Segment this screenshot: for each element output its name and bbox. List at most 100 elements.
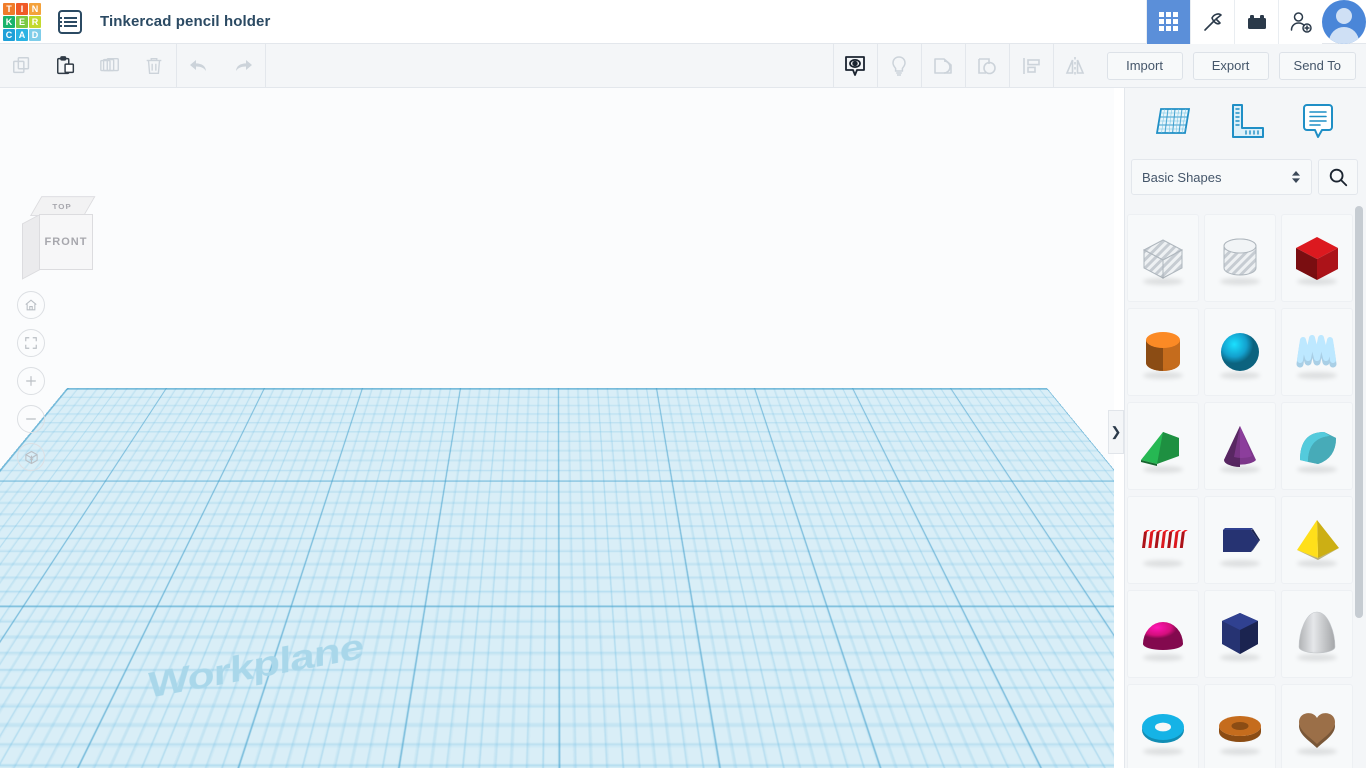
shape-category-value: Basic Shapes xyxy=(1142,170,1222,185)
shape-pyramid[interactable] xyxy=(1281,496,1353,584)
shape-shadow xyxy=(1297,372,1337,379)
hole-lightbulb-icon[interactable] xyxy=(877,44,921,88)
shape-shadow xyxy=(1220,278,1260,285)
delete-trash-icon[interactable] xyxy=(132,44,176,88)
shape-shadow xyxy=(1220,654,1260,661)
view-nav-controls xyxy=(17,291,45,471)
shape-tube[interactable] xyxy=(1204,496,1276,584)
main-toolbar: Import Export Send To xyxy=(0,44,1366,88)
shape-roof[interactable] xyxy=(1127,402,1199,490)
shape-shadow xyxy=(1143,278,1183,285)
panel-collapse-toggle[interactable]: ❯ xyxy=(1108,410,1124,454)
logo-tile-d: D xyxy=(29,29,41,41)
orthographic-toggle-icon[interactable] xyxy=(17,443,45,471)
align-icon[interactable] xyxy=(1009,44,1053,88)
logo-tile-n: N xyxy=(29,3,41,15)
shape-shadow xyxy=(1297,560,1337,567)
shape-paraboloid[interactable] xyxy=(1281,590,1353,678)
edit-tools xyxy=(0,44,176,88)
shape-shadow xyxy=(1143,748,1183,755)
shape-shadow xyxy=(1220,748,1260,755)
shapes-panel: Basic Shapes xyxy=(1124,88,1366,768)
view-cube[interactable]: TOP FRONT xyxy=(22,194,92,274)
chevron-updown-icon xyxy=(1291,169,1301,185)
shape-text[interactable] xyxy=(1127,496,1199,584)
logo-tile-e: E xyxy=(16,16,28,28)
shape-shadow xyxy=(1220,560,1260,567)
header-actions xyxy=(1146,0,1366,44)
3d-canvas[interactable]: Workplane TOP FRONT xyxy=(0,88,1114,768)
list-menu-icon[interactable] xyxy=(58,10,82,34)
import-button[interactable]: Import xyxy=(1107,52,1183,80)
shape-cylinder-hole[interactable] xyxy=(1204,214,1276,302)
view-cube-front-label: FRONT xyxy=(45,236,88,248)
shape-round-roof[interactable] xyxy=(1281,402,1353,490)
object-tools: Import Export Send To xyxy=(833,44,1366,88)
duplicate-icon[interactable] xyxy=(88,44,132,88)
send-to-button[interactable]: Send To xyxy=(1279,52,1356,80)
invite-person-icon[interactable] xyxy=(1278,0,1322,44)
shape-shadow xyxy=(1143,372,1183,379)
tinkercad-logo[interactable]: TINKERCAD xyxy=(2,2,42,42)
shape-cylinder[interactable] xyxy=(1127,308,1199,396)
export-button[interactable]: Export xyxy=(1193,52,1269,80)
ruler-tool-icon[interactable] xyxy=(1222,98,1268,144)
logo-tile-c: C xyxy=(3,29,15,41)
workplane-area[interactable] xyxy=(0,88,1114,768)
shape-shadow xyxy=(1297,654,1337,661)
toolbar-spacer xyxy=(265,44,833,88)
shape-torus[interactable] xyxy=(1127,684,1199,768)
undo-icon[interactable] xyxy=(177,44,221,88)
logo-tile-a: A xyxy=(16,29,28,41)
shape-library-grid[interactable] xyxy=(1125,208,1366,768)
shape-tube-ring[interactable] xyxy=(1204,684,1276,768)
shape-shadow xyxy=(1143,654,1183,661)
panel-tool-tabs xyxy=(1125,88,1366,154)
notes-tool-icon[interactable] xyxy=(1295,98,1341,144)
zoom-out-icon[interactable] xyxy=(17,405,45,433)
redo-icon[interactable] xyxy=(221,44,265,88)
blocks-brick-icon[interactable] xyxy=(1234,0,1278,44)
shape-shadow xyxy=(1297,278,1337,285)
history-tools xyxy=(177,44,265,88)
home-view-icon[interactable] xyxy=(17,291,45,319)
shape-heart[interactable] xyxy=(1281,684,1353,768)
page-title: Tinkercad pencil holder xyxy=(100,13,270,30)
shape-hexagonal-prism[interactable] xyxy=(1204,590,1276,678)
shape-scribble[interactable] xyxy=(1281,308,1353,396)
ungroup-icon[interactable] xyxy=(965,44,1009,88)
paste-icon[interactable] xyxy=(44,44,88,88)
view-cube-front-face[interactable]: FRONT xyxy=(39,214,93,270)
avatar[interactable] xyxy=(1322,0,1366,44)
view-cube-top-label: TOP xyxy=(53,202,73,210)
shape-half-sphere[interactable] xyxy=(1127,590,1199,678)
shape-shadow xyxy=(1143,466,1183,473)
mirror-flip-icon[interactable] xyxy=(1053,44,1097,88)
shape-shadow xyxy=(1143,560,1183,567)
workplane-grid[interactable] xyxy=(0,88,1114,388)
panel-scrollbar[interactable] xyxy=(1355,206,1363,618)
view-cube-left-face[interactable] xyxy=(22,214,40,280)
shape-shadow xyxy=(1220,466,1260,473)
workplane-tool-icon[interactable] xyxy=(1150,98,1196,144)
shape-box-hole[interactable] xyxy=(1127,214,1199,302)
tinker-hammer-icon[interactable] xyxy=(1190,0,1234,44)
logo-tile-i: I xyxy=(16,3,28,15)
dashboard-grid-icon[interactable] xyxy=(1146,0,1190,44)
show-hide-eye-icon[interactable] xyxy=(833,44,877,88)
shape-shadow xyxy=(1297,748,1337,755)
logo-tile-k: K xyxy=(3,16,15,28)
copy-icon[interactable] xyxy=(0,44,44,88)
group-icon[interactable] xyxy=(921,44,965,88)
shape-sphere[interactable] xyxy=(1204,308,1276,396)
shape-filters: Basic Shapes xyxy=(1125,154,1366,200)
tinkercad-app: TINKERCAD Tinkercad pencil holder xyxy=(0,0,1366,768)
shape-category-select[interactable]: Basic Shapes xyxy=(1131,159,1312,195)
logo-tile-t: T xyxy=(3,3,15,15)
zoom-in-icon[interactable] xyxy=(17,367,45,395)
shape-box[interactable] xyxy=(1281,214,1353,302)
fit-to-view-icon[interactable] xyxy=(17,329,45,357)
search-icon[interactable] xyxy=(1318,159,1358,195)
shape-shadow xyxy=(1220,372,1260,379)
shape-cone[interactable] xyxy=(1204,402,1276,490)
